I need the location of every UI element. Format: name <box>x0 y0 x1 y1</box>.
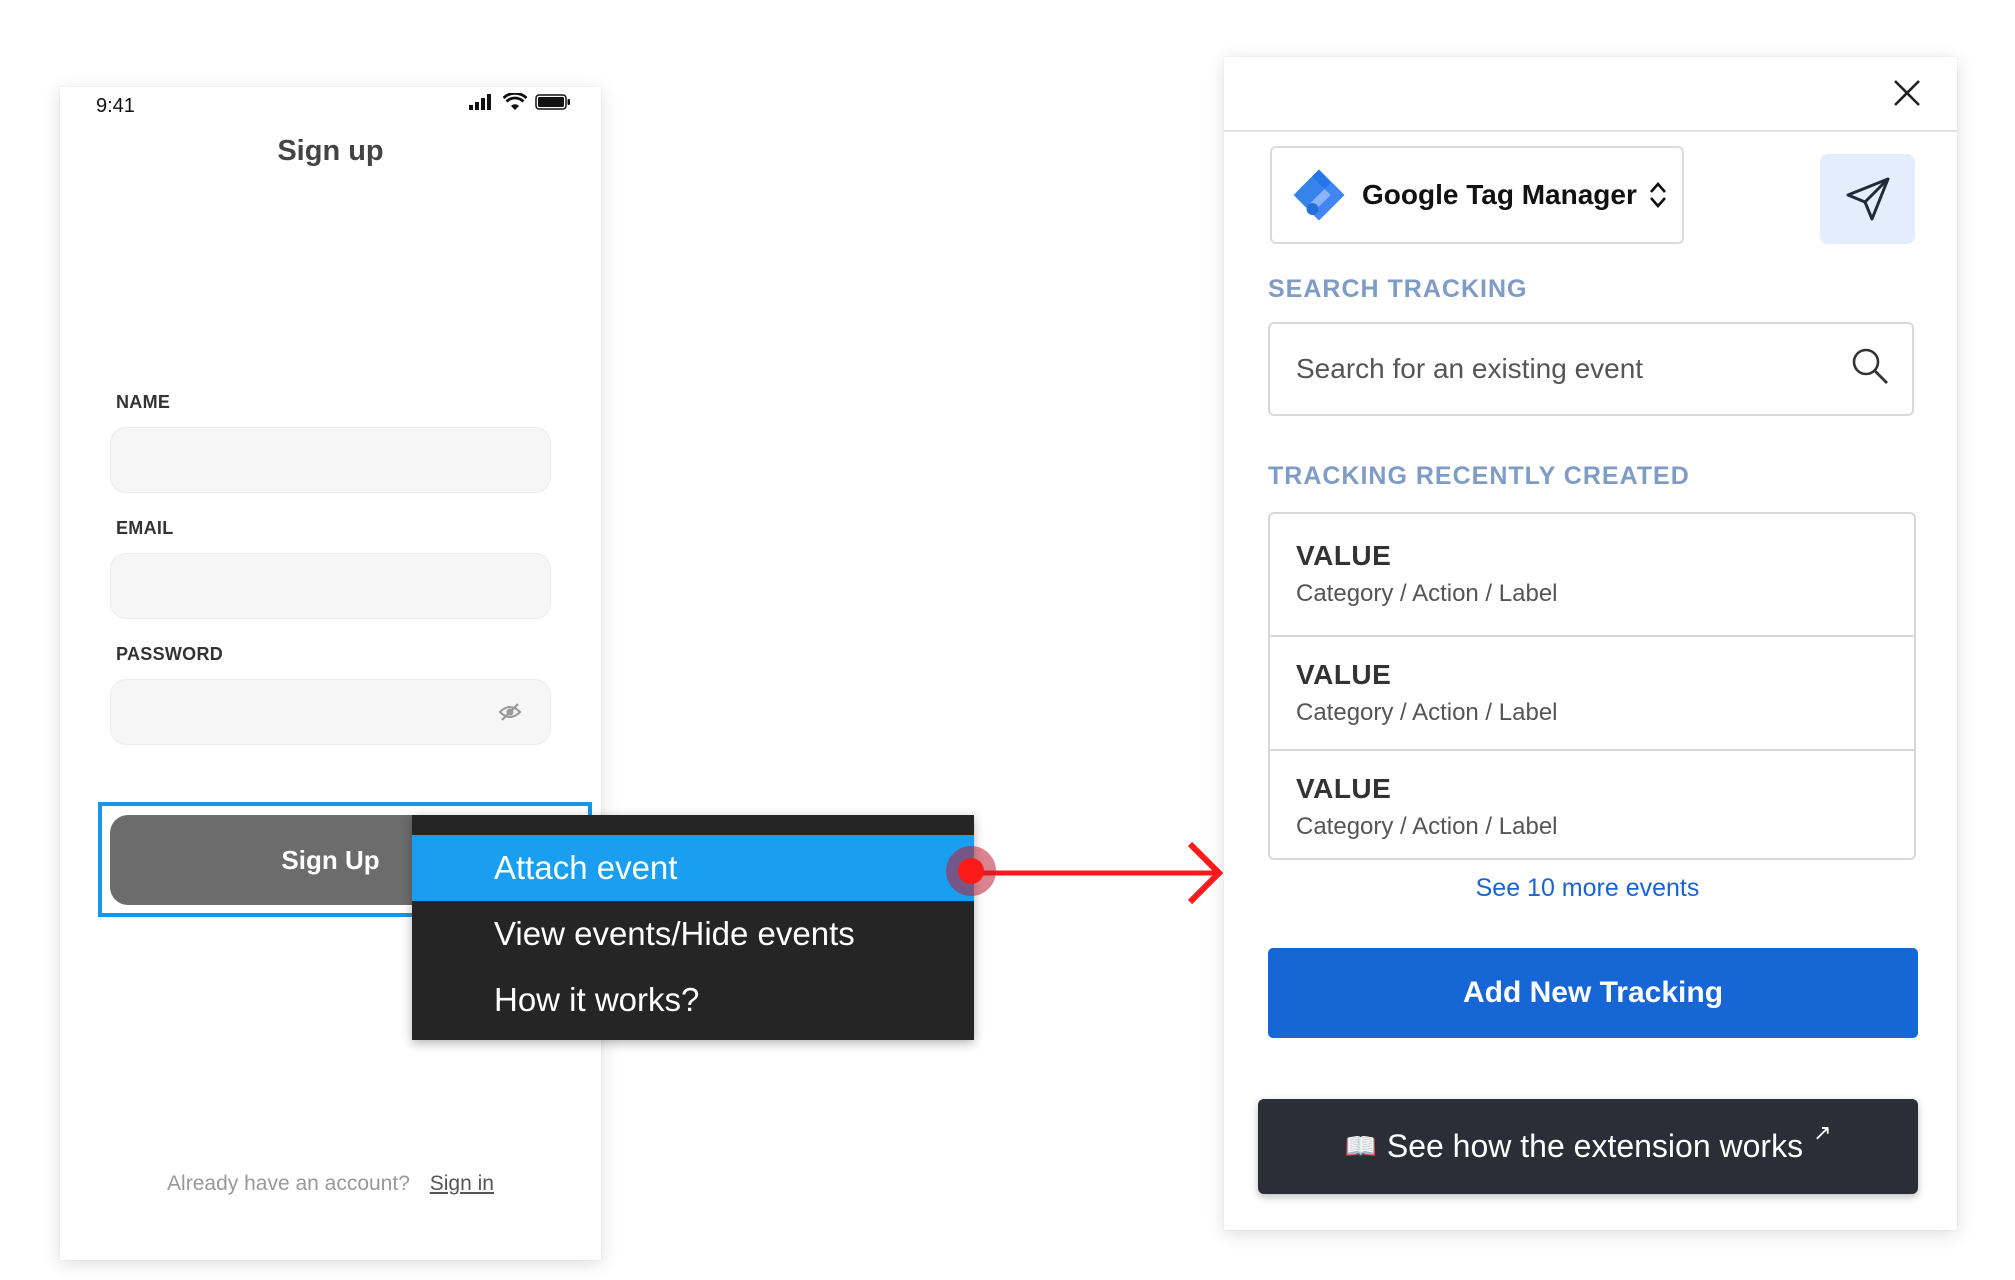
book-icon: 📖 <box>1344 1131 1377 1161</box>
event-path: Category / Action / Label <box>1296 580 1558 607</box>
recent-tracking-list: VALUE Category / Action / Label VALUE Ca… <box>1268 512 1916 860</box>
send-button[interactable] <box>1820 154 1915 244</box>
phone-mockup: 9:41 Sign up NAME EMAIL PASSWORD Already… <box>60 87 601 1260</box>
password-field[interactable] <box>110 679 551 745</box>
see-more-events-link[interactable]: See 10 more events <box>1224 874 1957 903</box>
connector-arrow <box>970 841 1224 905</box>
signal-icon <box>469 94 491 110</box>
platform-name: Google Tag Manager <box>1362 179 1637 210</box>
search-box <box>1268 322 1914 416</box>
extension-panel: Google Tag Manager SEARCH TRACKING TRACK… <box>1224 57 1957 1230</box>
menu-item-view-events[interactable]: View events/Hide events <box>412 901 974 967</box>
eye-slash-icon[interactable] <box>498 702 522 722</box>
menu-item-how-it-works[interactable]: How it works? <box>412 967 974 1033</box>
gtm-logo-icon <box>1293 169 1345 221</box>
list-item[interactable]: VALUE Category / Action / Label <box>1270 514 1914 630</box>
list-item[interactable]: VALUE Category / Action / Label <box>1270 635 1914 749</box>
event-value: VALUE <box>1296 540 1392 571</box>
event-path: Category / Action / Label <box>1296 699 1558 726</box>
page-title: Sign up <box>277 135 384 167</box>
event-value: VALUE <box>1296 659 1392 690</box>
external-link-icon: ↗ <box>1813 1119 1832 1145</box>
how-extension-works-label: See how the extension works <box>1386 1128 1804 1164</box>
recent-section-label: TRACKING RECENTLY CREATED <box>1268 462 1690 490</box>
panel-header <box>1224 57 1957 132</box>
signin-prompt: Already have an account? Sign in <box>60 1172 601 1196</box>
add-new-tracking-button[interactable]: Add New Tracking <box>1268 948 1918 1038</box>
battery-icon <box>535 94 570 110</box>
chevron-updown-icon <box>1649 182 1666 208</box>
connector-dot <box>946 846 996 896</box>
menu-item-attach-event[interactable]: Attach event <box>412 835 974 901</box>
signin-link[interactable]: Sign in <box>430 1172 494 1195</box>
password-label: PASSWORD <box>116 644 224 664</box>
signin-prompt-text: Already have an account? <box>167 1172 410 1195</box>
event-value: VALUE <box>1296 773 1392 804</box>
email-field[interactable] <box>110 553 551 619</box>
list-item[interactable]: VALUE Category / Action / Label <box>1270 749 1914 858</box>
context-menu: Attach event View events/Hide events How… <box>412 815 974 1040</box>
send-icon <box>1846 177 1889 221</box>
search-input[interactable] <box>1296 353 1816 385</box>
search-section-label: SEARCH TRACKING <box>1268 275 1528 303</box>
platform-selector[interactable]: Google Tag Manager <box>1270 146 1684 244</box>
name-field[interactable] <box>110 427 551 493</box>
event-path: Category / Action / Label <box>1296 813 1558 840</box>
email-label: EMAIL <box>116 518 174 538</box>
close-icon[interactable] <box>1893 79 1921 107</box>
how-extension-works-button[interactable]: 📖 See how the extension works ↗ <box>1258 1099 1918 1194</box>
wifi-icon <box>503 93 527 110</box>
status-icons <box>469 93 571 111</box>
search-icon[interactable] <box>1850 346 1890 386</box>
name-label: NAME <box>116 392 171 412</box>
status-time: 9:41 <box>96 95 135 117</box>
